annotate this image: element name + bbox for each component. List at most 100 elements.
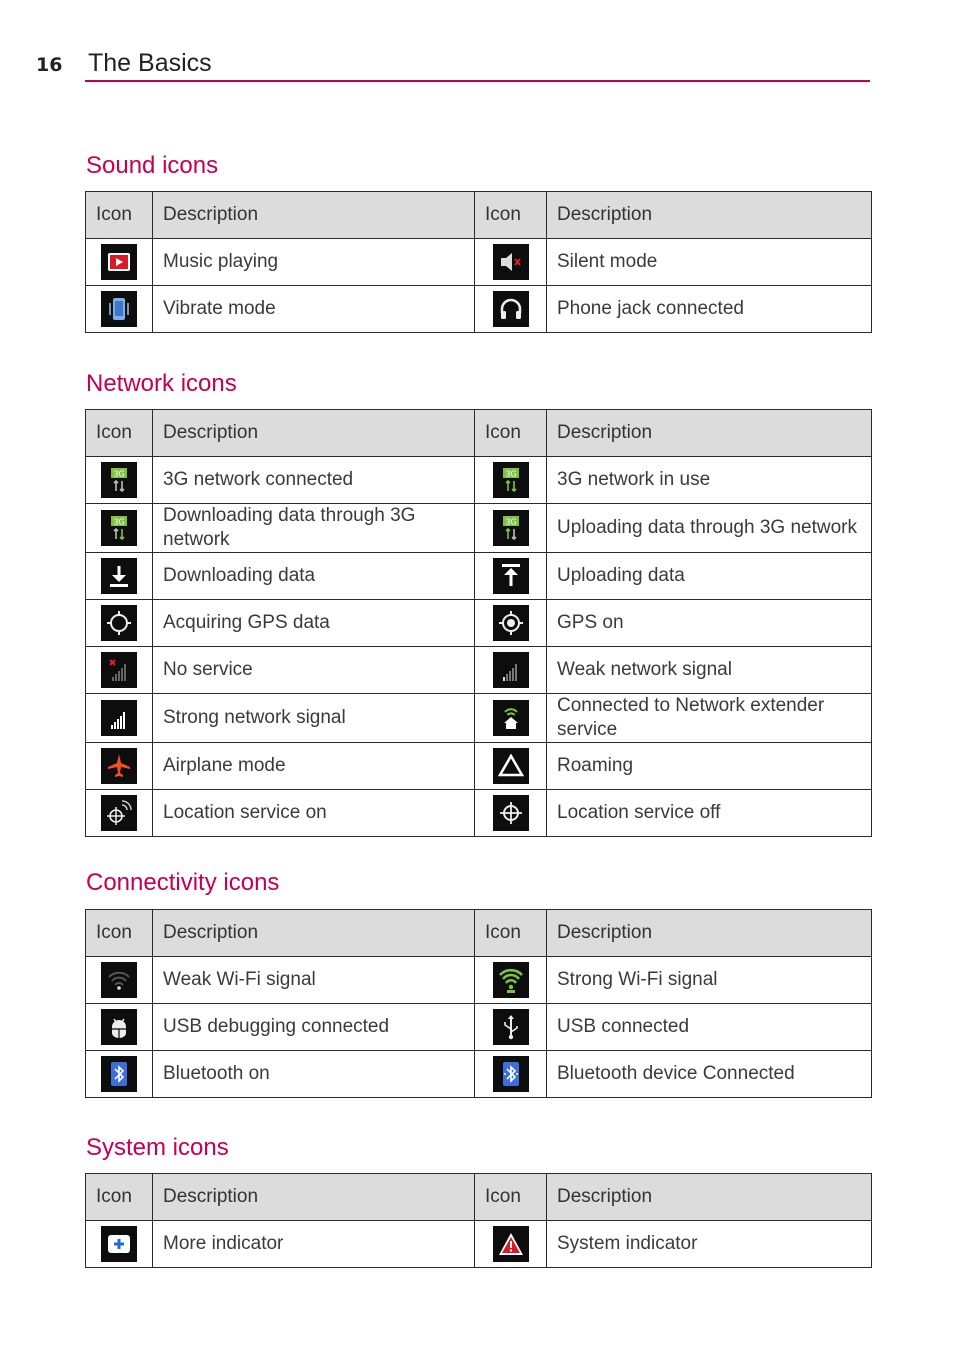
gps-on-icon xyxy=(492,605,529,641)
icon-cell xyxy=(474,1220,547,1268)
icon-column-header: Icon xyxy=(474,409,547,457)
wifi-weak-icon xyxy=(101,962,137,998)
icon-cell xyxy=(474,693,547,743)
system-warning-icon xyxy=(492,1226,529,1262)
icon-cell: 3G xyxy=(474,456,547,504)
icon-column-header: Icon xyxy=(474,191,547,239)
icon-cell xyxy=(85,1220,153,1268)
svg-text:3G: 3G xyxy=(505,470,516,479)
3g-download-icon: 3G xyxy=(101,510,137,546)
3g-upload-icon: 3G xyxy=(492,510,529,546)
table-header-row: Icon Description Icon Description xyxy=(85,909,872,957)
icon-cell: 3G xyxy=(85,456,153,504)
3g-in-use-icon: 3G xyxy=(492,462,529,498)
description-cell: Bluetooth device Connected xyxy=(546,1050,872,1098)
network-icons-table: Icon Description Icon Description 3G 3G netwo… xyxy=(85,409,872,837)
sound-icons-table: Icon Description Icon Description Music play… xyxy=(85,191,872,333)
description-cell: Strong network signal xyxy=(152,693,475,743)
upload-icon xyxy=(492,558,529,594)
airplane-mode-icon xyxy=(101,748,137,784)
network-icons-heading: Network icons xyxy=(86,370,237,397)
usb-icon xyxy=(492,1009,529,1045)
icon-cell xyxy=(474,742,547,790)
icon-cell xyxy=(85,956,153,1004)
table-row: No service Weak network signal xyxy=(85,646,872,694)
description-cell: No service xyxy=(152,646,475,694)
table-row: 3G 3G network connected 3G 3G network in us… xyxy=(85,456,872,504)
description-cell: Location service off xyxy=(546,789,872,837)
sound-icons-heading: Sound icons xyxy=(86,152,219,179)
vibrate-mode-icon xyxy=(101,291,137,327)
icon-cell xyxy=(85,1003,153,1051)
table-row: Vibrate mode Phone jack connected xyxy=(85,285,872,333)
description-cell: Weak Wi-Fi signal xyxy=(152,956,475,1004)
icon-column-header: Icon xyxy=(474,1173,547,1221)
network-extender-icon xyxy=(492,700,529,736)
table-header-row: Icon Description Icon Description xyxy=(85,1173,872,1221)
headphones-icon xyxy=(492,291,529,327)
icon-cell xyxy=(85,599,153,647)
table-row: More indicator System indicator xyxy=(85,1220,872,1268)
icon-cell: 3G xyxy=(474,503,547,553)
wifi-strong-icon xyxy=(492,962,529,998)
table-row: Weak Wi-Fi signal Strong Wi-Fi signal xyxy=(85,956,872,1004)
description-column-header: Description xyxy=(152,1173,475,1221)
table-header-row: Icon Description Icon Description xyxy=(85,191,872,239)
table-row: USB debugging connected USB connected xyxy=(85,1003,872,1051)
icon-cell xyxy=(474,238,547,286)
location-off-icon xyxy=(492,795,529,831)
icon-cell xyxy=(474,956,547,1004)
table-row: Location service on Location service off xyxy=(85,789,872,837)
system-icons-table: Icon Description Icon Description More indic… xyxy=(85,1173,872,1268)
icon-cell xyxy=(85,285,153,333)
description-cell: Uploading data through 3G network xyxy=(546,503,872,553)
icon-cell xyxy=(474,599,547,647)
table-row: Acquiring GPS data GPS on xyxy=(85,599,872,647)
header-rule xyxy=(85,80,870,82)
chapter-title: The Basics xyxy=(88,49,212,77)
table-row: 3G Downloading data through 3G network 3G U… xyxy=(85,503,872,553)
icon-column-header: Icon xyxy=(474,909,547,957)
description-cell: 3G network in use xyxy=(546,456,872,504)
description-cell: GPS on xyxy=(546,599,872,647)
icon-cell xyxy=(85,646,153,694)
description-cell: Bluetooth on xyxy=(152,1050,475,1098)
description-cell: System indicator xyxy=(546,1220,872,1268)
icon-cell xyxy=(85,1050,153,1098)
table-header-row: Icon Description Icon Description xyxy=(85,409,872,457)
description-column-header: Description xyxy=(546,909,872,957)
connectivity-icons-heading: Connectivity icons xyxy=(86,869,280,896)
icon-cell xyxy=(85,238,153,286)
description-column-header: Description xyxy=(546,191,872,239)
bluetooth-icon xyxy=(101,1056,137,1092)
page-number: 16 xyxy=(36,54,63,76)
icon-column-header: Icon xyxy=(85,1173,153,1221)
description-cell: Strong Wi-Fi signal xyxy=(546,956,872,1004)
icon-cell xyxy=(85,693,153,743)
description-cell: Uploading data xyxy=(546,552,872,600)
music-playing-icon xyxy=(101,244,137,280)
description-column-header: Description xyxy=(546,409,872,457)
more-indicator-icon xyxy=(101,1226,137,1262)
icon-cell xyxy=(474,1050,547,1098)
silent-mode-icon xyxy=(492,244,529,280)
description-cell: Phone jack connected xyxy=(546,285,872,333)
icon-cell xyxy=(85,552,153,600)
table-row: Airplane mode Roaming xyxy=(85,742,872,790)
description-cell: Vibrate mode xyxy=(152,285,475,333)
description-cell: Music playing xyxy=(152,238,475,286)
description-cell: Silent mode xyxy=(546,238,872,286)
icon-cell xyxy=(474,789,547,837)
table-row: Downloading data Uploading data xyxy=(85,552,872,600)
description-column-header: Description xyxy=(152,409,475,457)
no-service-icon xyxy=(101,652,137,688)
description-cell: 3G network connected xyxy=(152,456,475,504)
gps-acquiring-icon xyxy=(101,605,137,641)
description-cell: Roaming xyxy=(546,742,872,790)
svg-text:3G: 3G xyxy=(113,518,124,527)
3g-connected-icon: 3G xyxy=(101,462,137,498)
svg-text:3G: 3G xyxy=(505,518,516,527)
description-column-header: Description xyxy=(546,1173,872,1221)
bluetooth-connected-icon xyxy=(492,1056,529,1092)
icon-column-header: Icon xyxy=(85,191,153,239)
